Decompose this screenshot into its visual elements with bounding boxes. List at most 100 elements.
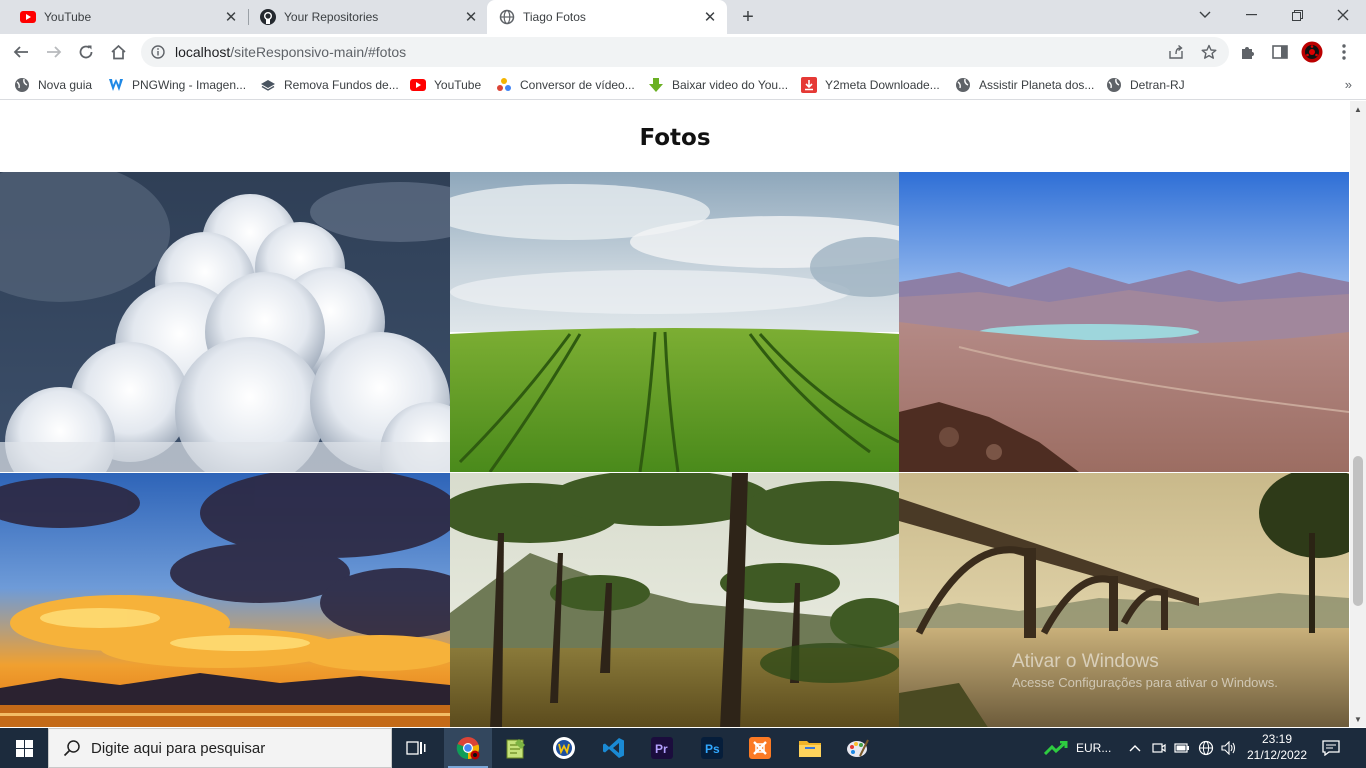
bookmark-y2meta[interactable]: Y2meta Downloade... xyxy=(801,75,940,95)
clock-date: 21/12/2022 xyxy=(1246,748,1308,762)
page-title: Fotos xyxy=(639,125,711,151)
notifications-icon[interactable] xyxy=(1322,728,1340,768)
globe-icon xyxy=(499,9,515,25)
bookmark-nova-guia[interactable]: Nova guia xyxy=(14,75,92,95)
premiere-taskbar-icon[interactable]: Pr xyxy=(638,728,686,768)
more-menu-icon[interactable] xyxy=(1330,38,1358,66)
bookmark-label: PNGWing - Imagen... xyxy=(132,78,247,92)
xampp-taskbar-icon[interactable] xyxy=(736,728,784,768)
file-explorer-taskbar-icon[interactable] xyxy=(786,728,834,768)
photoshop-taskbar-icon[interactable]: Ps xyxy=(688,728,736,768)
bookmark-label: Assistir Planeta dos... xyxy=(979,78,1095,92)
side-panel-icon[interactable] xyxy=(1266,38,1294,66)
photo-desert-mountains xyxy=(899,172,1349,472)
globe-icon xyxy=(14,77,30,93)
currency-label: EUR... xyxy=(1076,741,1112,755)
back-button[interactable] xyxy=(7,38,35,66)
tab-search-chevron-icon[interactable] xyxy=(1182,0,1228,30)
restore-button[interactable] xyxy=(1274,0,1320,30)
taskbar-clock[interactable]: 23:19 21/12/2022 xyxy=(1246,731,1308,763)
search-icon xyxy=(63,739,81,757)
windows-activation-watermark: Ativar o Windows Acesse Configurações pa… xyxy=(1012,651,1278,690)
tab-title: Tiago Fotos xyxy=(523,10,586,24)
windows-start-button[interactable] xyxy=(0,728,48,768)
close-tab-icon[interactable]: ✕ xyxy=(462,8,480,26)
app-w-taskbar-icon[interactable] xyxy=(540,728,588,768)
scroll-down-arrow[interactable]: ▼ xyxy=(1350,711,1366,727)
close-tab-icon[interactable]: ✕ xyxy=(701,8,719,26)
chrome-taskbar-icon[interactable] xyxy=(444,728,492,768)
bookmark-youtube[interactable]: YouTube xyxy=(410,75,481,95)
url-path: /siteResponsivo-main/#fotos xyxy=(230,44,407,60)
bookmark-detran-rj[interactable]: Detran-RJ xyxy=(1106,75,1185,95)
reload-button[interactable] xyxy=(72,38,100,66)
bookmark-baixar-video[interactable]: Baixar video do You... xyxy=(648,75,788,95)
new-tab-button[interactable]: + xyxy=(736,5,760,29)
bookmark-label: Baixar video do You... xyxy=(672,78,789,92)
bookmark-assistir-planeta[interactable]: Assistir Planeta dos... xyxy=(955,75,1094,95)
photo-sunset-clouds xyxy=(0,473,450,727)
meet-now-icon[interactable] xyxy=(1152,728,1166,768)
paint-taskbar-icon[interactable] xyxy=(834,728,882,768)
bookmark-star-icon[interactable] xyxy=(1194,37,1224,67)
bookmark-pngwing[interactable]: PNGWing - Imagen... xyxy=(108,75,246,95)
youtube-icon xyxy=(20,9,36,25)
taskbar-search-box[interactable]: Digite aqui para pesquisar xyxy=(48,728,392,768)
minimize-button[interactable] xyxy=(1228,0,1274,30)
youtube-icon xyxy=(410,77,426,93)
site-info-icon[interactable] xyxy=(141,45,175,59)
vscode-taskbar-icon[interactable] xyxy=(590,728,638,768)
pngwing-icon xyxy=(108,77,124,93)
github-icon xyxy=(260,9,276,25)
extensions-puzzle-icon[interactable] xyxy=(1234,38,1262,66)
network-globe-icon[interactable] xyxy=(1198,728,1214,768)
page-scrollbar[interactable]: ▲ ▼ xyxy=(1350,101,1366,727)
bookmark-conversor[interactable]: Conversor de vídeo... xyxy=(496,75,635,95)
url-host: localhost xyxy=(175,44,231,60)
bookmark-label: Remova Fundos de... xyxy=(284,78,399,92)
bookmark-label: Detran-RJ xyxy=(1130,78,1185,92)
task-view-icon[interactable] xyxy=(392,728,440,768)
notepad-plus-taskbar-icon[interactable] xyxy=(492,728,540,768)
page-viewport: Fotos xyxy=(0,101,1350,727)
trend-up-icon xyxy=(1044,741,1068,755)
home-button[interactable] xyxy=(104,38,132,66)
more-bookmarks-icon[interactable]: » xyxy=(1345,77,1352,92)
svg-text:Ps: Ps xyxy=(705,742,720,756)
tab-title: Your Repositories xyxy=(284,10,379,24)
close-window-button[interactable] xyxy=(1320,0,1366,30)
bookmark-label: Y2meta Downloade... xyxy=(825,78,940,92)
download-red-icon xyxy=(801,77,817,93)
bookmarks-bar: Nova guia PNGWing - Imagen... Remova Fun… xyxy=(0,70,1366,100)
globe-icon xyxy=(1106,77,1122,93)
tab-youtube[interactable]: YouTube ✕ xyxy=(8,0,248,34)
download-green-icon xyxy=(648,77,664,93)
forward-button[interactable] xyxy=(40,38,68,66)
volume-icon[interactable] xyxy=(1221,728,1237,768)
tab-your-repositories[interactable]: Your Repositories ✕ xyxy=(248,0,488,34)
globe-icon xyxy=(955,77,971,93)
photo-green-field xyxy=(450,172,899,472)
show-hidden-icons-chevron-icon[interactable] xyxy=(1129,728,1141,768)
tab-title: YouTube xyxy=(44,10,92,24)
tab-strip: YouTube ✕ Your Repositories ✕ Tiago Foto… xyxy=(0,0,1366,34)
scroll-up-arrow[interactable]: ▲ xyxy=(1350,101,1366,117)
layers-icon xyxy=(260,77,276,93)
tab-tiago-fotos[interactable]: Tiago Fotos ✕ xyxy=(487,0,727,34)
search-placeholder: Digite aqui para pesquisar xyxy=(91,739,266,757)
share-icon[interactable] xyxy=(1161,37,1191,67)
clock-time: 23:19 xyxy=(1261,732,1293,746)
bookmark-label: Conversor de vídeo... xyxy=(520,78,635,92)
stock-widget[interactable]: EUR... xyxy=(1044,728,1111,768)
dots-icon xyxy=(496,77,512,93)
scrollbar-thumb[interactable] xyxy=(1353,456,1363,606)
battery-icon[interactable] xyxy=(1174,728,1190,768)
close-tab-icon[interactable]: ✕ xyxy=(222,8,240,26)
address-bar[interactable]: localhost/siteResponsivo-main/#fotos xyxy=(141,37,1229,67)
profile-avatar[interactable] xyxy=(1298,38,1326,66)
bookmark-label: Nova guia xyxy=(38,78,93,92)
watermark-title: Ativar o Windows xyxy=(1012,651,1159,672)
photo-clouds xyxy=(0,172,450,472)
bookmark-remova-fundos[interactable]: Remova Fundos de... xyxy=(260,75,399,95)
url-text: localhost/siteResponsivo-main/#fotos xyxy=(175,44,406,60)
